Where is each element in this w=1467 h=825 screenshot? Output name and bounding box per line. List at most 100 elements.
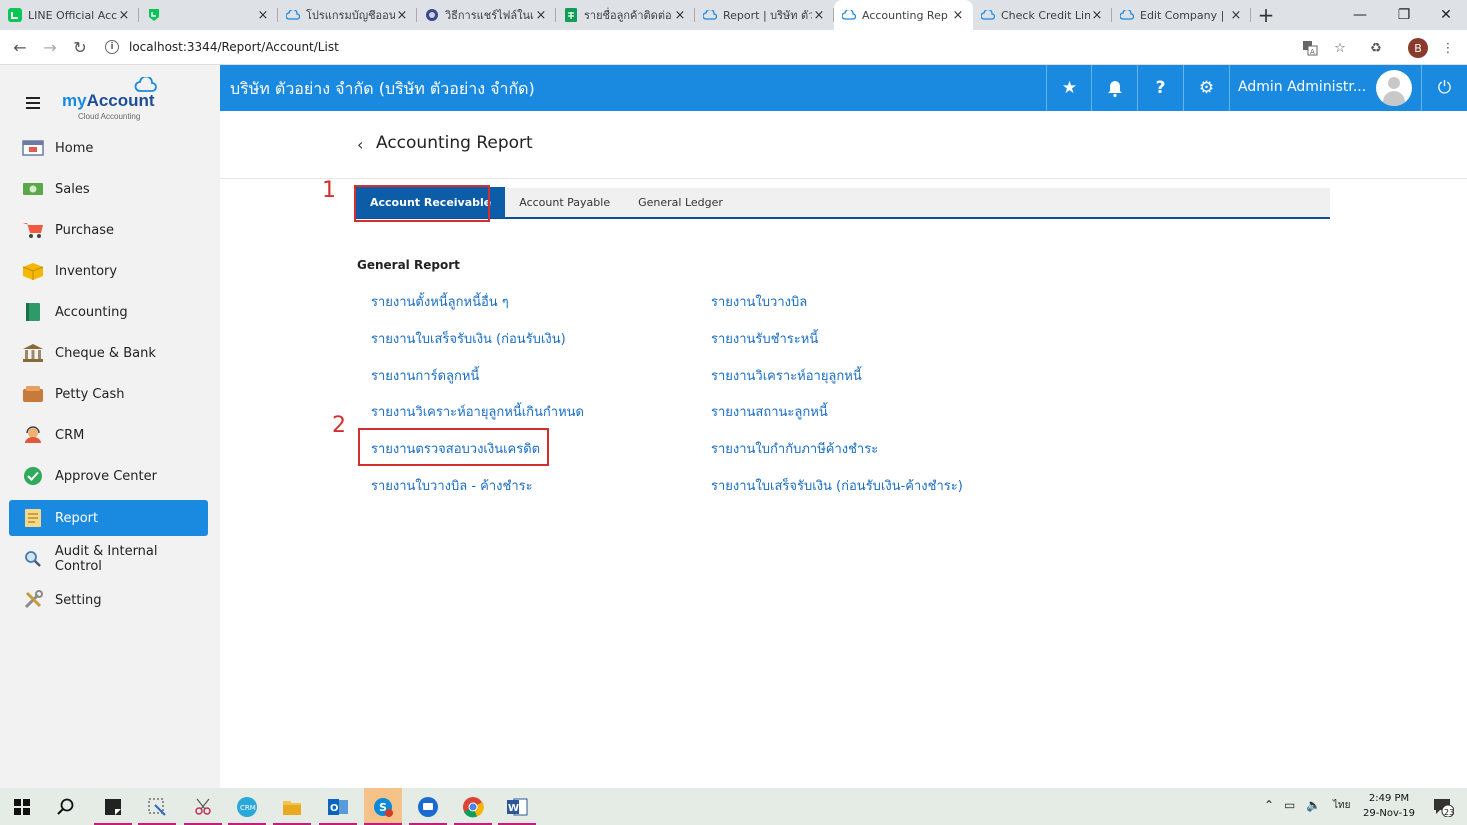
close-icon[interactable]: × (1229, 8, 1243, 23)
svg-text:CRM: CRM (240, 804, 256, 812)
word-icon[interactable]: W (498, 788, 536, 825)
report-link[interactable]: รายงานใบวางบิล - ค้างชำระ (371, 475, 533, 496)
sidebar-item-label: Report (55, 510, 99, 526)
restore-icon[interactable]: ❐ (1384, 0, 1424, 30)
sidebar-item-sales[interactable]: Sales (9, 171, 208, 207)
book-icon (21, 302, 45, 322)
back-arrow-icon[interactable]: ← (5, 32, 35, 62)
report-link[interactable]: รายงานใบวางบิล (711, 291, 807, 312)
chrome-icon[interactable] (454, 788, 492, 825)
network-icon[interactable]: ▭ (1284, 798, 1295, 812)
close-icon[interactable]: × (256, 8, 270, 23)
sidebar-item-inventory[interactable]: Inventory (9, 253, 208, 289)
sidebar-item-setting[interactable]: Setting (9, 582, 208, 618)
new-tab-button[interactable]: + (1251, 0, 1281, 30)
sidebar-item-report[interactable]: Report (9, 500, 208, 536)
browser-tab-active[interactable]: Accounting Rep × (834, 0, 973, 30)
browser-tab[interactable]: Report | บริษัท ตัว × (695, 0, 834, 30)
sidebar-item-audit[interactable]: Audit & Internal Control (9, 541, 208, 577)
sidebar-item-approve-center[interactable]: Approve Center (9, 458, 208, 494)
volume-icon[interactable]: 🔈 (1306, 798, 1321, 812)
user-avatar[interactable] (1376, 70, 1412, 106)
report-link[interactable]: รายงานรับชำระหนี้ (711, 328, 818, 349)
language-indicator[interactable]: ไทย (1333, 798, 1350, 813)
scissors-app-icon[interactable] (184, 788, 222, 825)
home-icon (21, 138, 45, 158)
close-icon[interactable]: × (534, 8, 548, 23)
report-link[interactable]: รายงานใบเสร็จรับเงิน (ก่อนรับเงิน) (371, 328, 566, 349)
info-icon[interactable]: i (105, 40, 119, 54)
wallet-icon (21, 384, 45, 404)
windows-start-icon[interactable] (3, 788, 41, 825)
outlook-icon[interactable]: O (319, 788, 357, 825)
cloud-icon (703, 8, 717, 22)
clock[interactable]: 2:49 PM 29-Nov-19 (1358, 791, 1420, 821)
line-icon (147, 8, 161, 22)
company-title: บริษัท ตัวอย่าง จำกัด (บริษัท ตัวอย่าง จ… (230, 79, 535, 98)
skype-icon[interactable]: S (364, 788, 402, 825)
crm-icon (21, 425, 45, 445)
browser-tab[interactable]: × (139, 0, 278, 30)
forward-arrow-icon[interactable]: → (35, 32, 65, 62)
close-icon[interactable]: × (951, 8, 965, 23)
report-tab-bar: Account Receivable Account Payable Gener… (356, 187, 1330, 219)
annotation-highlight-box (358, 428, 549, 466)
taskbar: CRM O S W ⌃ ▭ 🔈 ไทย 2:49 PM 29-Nov-19 23 (0, 788, 1467, 825)
sidebar-item-petty-cash[interactable]: Petty Cash (9, 376, 208, 412)
bookmark-star-icon[interactable]: ☆ (1330, 38, 1350, 58)
gear-icon[interactable]: ⚙ (1183, 65, 1229, 111)
notification-icon[interactable]: 23 (1424, 788, 1462, 825)
browser-tab[interactable]: โปรแกรมบัญชีออนไ × (278, 0, 417, 30)
browser-tab-label: Accounting Rep (862, 8, 948, 22)
chevron-left-icon[interactable]: ‹ (357, 135, 363, 154)
profile-avatar[interactable]: B (1408, 38, 1428, 58)
close-icon[interactable]: × (395, 8, 409, 23)
browser-tab[interactable]: Check Credit Lin × (973, 0, 1112, 30)
sidebar-item-purchase[interactable]: Purchase (9, 212, 208, 248)
browser-tab[interactable]: รายชื่อลูกค้าติดต่อ × (556, 0, 695, 30)
report-link[interactable]: รายงานวิเคราะห์อายุลูกหนี้เกินกำหนด (371, 401, 584, 422)
sidebar-item-cheque-bank[interactable]: Cheque & Bank (9, 335, 208, 371)
report-link[interactable]: รายงานวิเคราะห์อายุลูกหนี้ (711, 365, 862, 386)
minimize-icon[interactable]: — (1340, 0, 1380, 30)
report-link[interactable]: รายงานสถานะลูกหนี้ (711, 401, 828, 422)
browser-tab[interactable]: วิธีการแชร์ไฟล์ในเ × (417, 0, 556, 30)
chevron-up-icon[interactable]: ⌃ (1264, 798, 1274, 812)
reload-icon[interactable]: ↻ (65, 32, 95, 62)
browser-tab[interactable]: Edit Company | × (1112, 0, 1251, 30)
report-link[interactable]: รายงานตั้งหนี้ลูกหนี้อื่น ๆ (371, 291, 509, 312)
file-explorer-icon[interactable] (273, 788, 311, 825)
sidebar-item-label: Cheque & Bank (55, 345, 156, 361)
extension-icon[interactable]: ♻ (1366, 38, 1386, 58)
close-icon[interactable]: × (1090, 8, 1104, 23)
close-icon[interactable]: × (117, 8, 131, 23)
sidebar-item-accounting[interactable]: Accounting (9, 294, 208, 330)
report-link[interactable]: รายงานการ์ดลูกหนี้ (371, 365, 479, 386)
power-icon[interactable]: ⏻ (1421, 65, 1467, 111)
help-icon[interactable]: ? (1137, 65, 1183, 111)
bell-icon[interactable] (1091, 65, 1137, 111)
chat-app-icon[interactable] (409, 788, 447, 825)
brand-tagline: Cloud Accounting (78, 112, 141, 121)
crm-app-icon[interactable]: CRM (228, 788, 266, 825)
close-icon[interactable]: × (812, 8, 826, 23)
browser-tab[interactable]: LINE Official Acc × (0, 0, 139, 30)
url-field[interactable]: i localhost:3344/Report/Account/List (105, 34, 1355, 60)
snipping-tool-icon[interactable] (138, 788, 176, 825)
favorite-star-icon[interactable]: ★ (1046, 65, 1092, 111)
hamburger-menu-icon[interactable] (26, 97, 40, 112)
sidebar-item-home[interactable]: Home (9, 130, 208, 166)
browser-tab-label: รายชื่อลูกค้าติดต่อ (584, 9, 672, 22)
admin-name[interactable]: Admin Administr... (1238, 79, 1366, 95)
menu-kebab-icon[interactable]: ⋮ (1438, 38, 1458, 58)
translate-icon[interactable]: A (1300, 38, 1320, 58)
search-icon[interactable] (47, 788, 85, 825)
report-link[interactable]: รายงานใบกำกับภาษีค้างชำระ (711, 438, 878, 459)
report-link[interactable]: รายงานใบเสร็จรับเงิน (ก่อนรับเงิน-ค้างชำ… (711, 475, 963, 496)
window-close-icon[interactable]: ✕ (1426, 0, 1466, 30)
sidebar-item-crm[interactable]: CRM (9, 417, 208, 453)
close-icon[interactable]: × (673, 8, 687, 23)
tab-account-payable[interactable]: Account Payable (505, 187, 624, 218)
sticky-notes-icon[interactable] (94, 788, 132, 825)
tab-general-ledger[interactable]: General Ledger (624, 187, 737, 218)
